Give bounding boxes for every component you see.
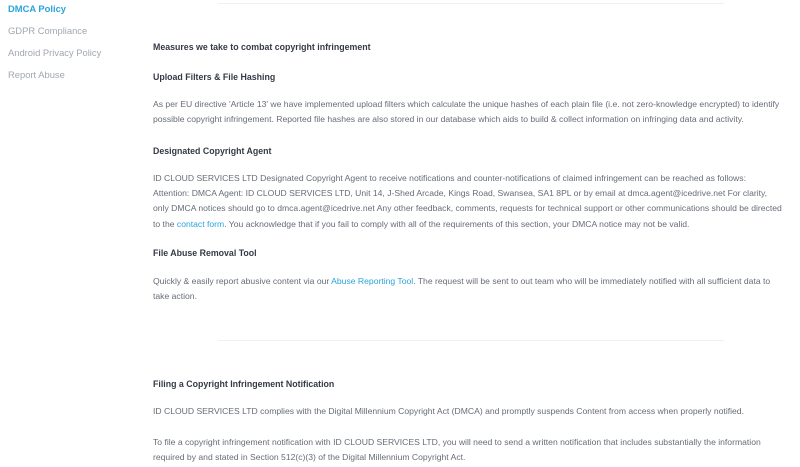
abuse-removal-text: Quickly & easily report abusive content …: [153, 274, 783, 304]
filing-notification-heading: Filing a Copyright Infringement Notifica…: [153, 379, 335, 389]
filing-notification-text: To file a copyright infringement notific…: [153, 437, 761, 463]
abuse-reporting-tool-link[interactable]: Abuse Reporting Tool: [331, 276, 413, 286]
sidebar-item-gdpr-compliance[interactable]: GDPR Compliance: [8, 25, 138, 47]
filing-dmca-compliance-text: ID CLOUD SERVICES LTD complies with the …: [153, 406, 744, 416]
abuse-removal-heading: File Abuse Removal Tool: [153, 248, 257, 258]
section-divider: [218, 340, 724, 341]
sidebar-item-dmca-policy[interactable]: DMCA Policy: [8, 3, 138, 25]
top-divider: [218, 3, 724, 4]
dmca-policy-page: DMCA Policy GDPR Compliance Android Priv…: [0, 0, 800, 467]
copyright-agent-text: ID CLOUD SERVICES LTD Designated Copyrig…: [153, 171, 783, 232]
sidebar-item-android-privacy-policy[interactable]: Android Privacy Policy: [8, 47, 138, 69]
measures-heading: Measures we take to combat copyright inf…: [153, 42, 371, 52]
policy-sidebar: DMCA Policy GDPR Compliance Android Priv…: [8, 3, 138, 91]
contact-form-link[interactable]: contact form: [177, 219, 224, 229]
upload-filters-text: As per EU directive 'Article 13' we have…: [153, 99, 780, 125]
copyright-agent-text-end: . You acknowledge that if you fail to co…: [224, 218, 690, 229]
sidebar-item-report-abuse[interactable]: Report Abuse: [8, 69, 138, 91]
abuse-removal-text-start: Quickly & easily report abusive content …: [153, 276, 332, 286]
upload-filters-heading: Upload Filters & File Hashing: [153, 72, 276, 82]
copyright-agent-heading: Designated Copyright Agent: [153, 146, 272, 156]
